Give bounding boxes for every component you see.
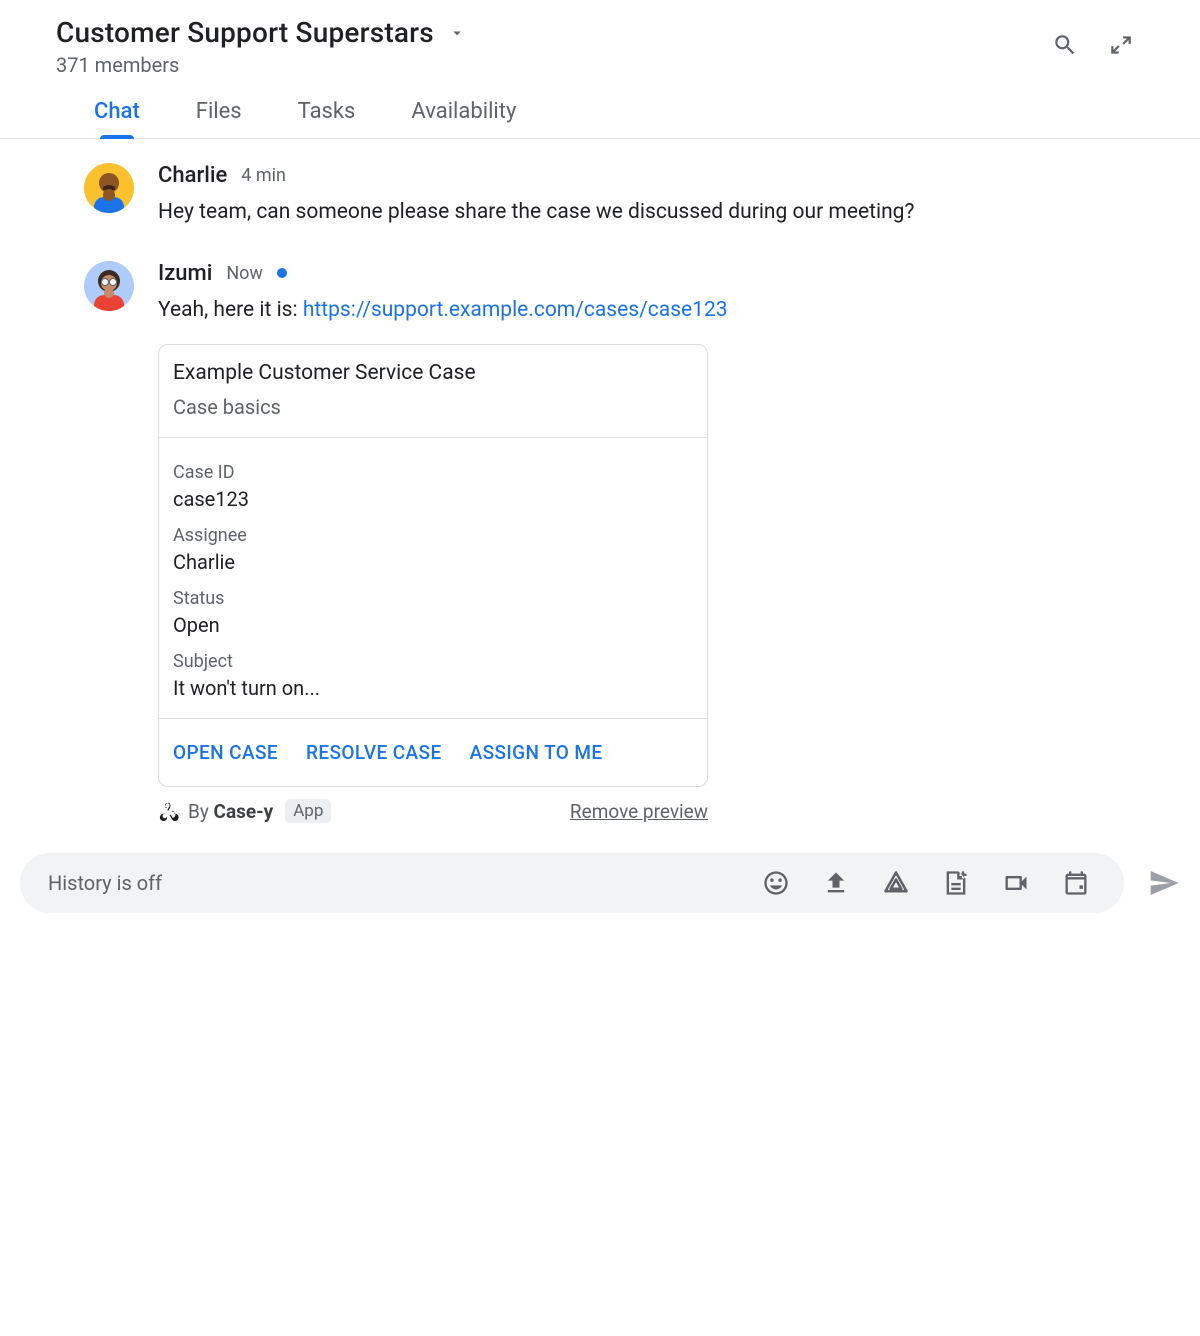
field-value: Charlie (173, 550, 693, 574)
room-title: Customer Support Superstars (56, 16, 434, 49)
field-value: Open (173, 613, 693, 637)
preview-by-label: By Case-y (188, 800, 273, 823)
send-icon[interactable] (1148, 867, 1180, 899)
dropdown-icon[interactable] (448, 24, 466, 42)
case-link[interactable]: https://support.example.com/cases/case12… (303, 298, 728, 322)
timestamp: Now (226, 263, 263, 284)
card-subtitle: Case basics (173, 395, 693, 419)
field-label: Subject (173, 651, 693, 672)
field-label: Case ID (173, 462, 693, 483)
sender-name: Charlie (158, 163, 227, 188)
field-value: case123 (173, 487, 693, 511)
field-label: Assignee (173, 525, 693, 546)
sender-name: Izumi (158, 261, 212, 286)
calendar-icon[interactable] (1062, 869, 1090, 897)
tab-bar: Chat Files Tasks Availability (0, 77, 1200, 139)
unread-dot-icon (277, 268, 287, 278)
field-value: It won't turn on... (173, 676, 693, 700)
message: Charlie 4 min Hey team, can someone plea… (84, 163, 1144, 229)
remove-preview-link[interactable]: Remove preview (570, 800, 708, 823)
webhook-icon (158, 800, 180, 822)
member-count: 371 members (56, 53, 1052, 77)
create-doc-icon[interactable] (942, 869, 970, 897)
resolve-case-button[interactable]: RESOLVE CASE (306, 741, 442, 764)
message-text-prefix: Yeah, here it is: (158, 298, 303, 322)
timestamp: 4 min (241, 165, 286, 186)
avatar (84, 261, 134, 311)
open-case-button[interactable]: OPEN CASE (173, 741, 278, 764)
tab-availability[interactable]: Availability (411, 99, 516, 138)
room-title-row[interactable]: Customer Support Superstars (56, 16, 1052, 49)
search-icon[interactable] (1052, 32, 1078, 58)
link-preview-card: Example Customer Service Case Case basic… (158, 344, 708, 787)
tab-tasks[interactable]: Tasks (298, 99, 356, 138)
app-chip: App (285, 799, 331, 823)
assign-to-me-button[interactable]: ASSIGN TO ME (470, 741, 603, 764)
emoji-icon[interactable] (762, 869, 790, 897)
upload-icon[interactable] (822, 869, 850, 897)
message-input[interactable]: History is off (20, 853, 1124, 913)
message-text: Yeah, here it is: https://support.exampl… (158, 294, 1038, 327)
drive-icon[interactable] (882, 869, 910, 897)
avatar (84, 163, 134, 213)
card-title: Example Customer Service Case (173, 361, 693, 385)
app-name: Case-y (214, 800, 274, 823)
composer-placeholder: History is off (48, 871, 762, 895)
tab-chat[interactable]: Chat (94, 99, 140, 138)
tab-files[interactable]: Files (196, 99, 242, 138)
video-icon[interactable] (1002, 869, 1030, 897)
message-text: Hey team, can someone please share the c… (158, 196, 1038, 229)
field-label: Status (173, 588, 693, 609)
message: Izumi Now Yeah, here it is: https://supp… (84, 261, 1144, 824)
collapse-icon[interactable] (1108, 32, 1134, 58)
